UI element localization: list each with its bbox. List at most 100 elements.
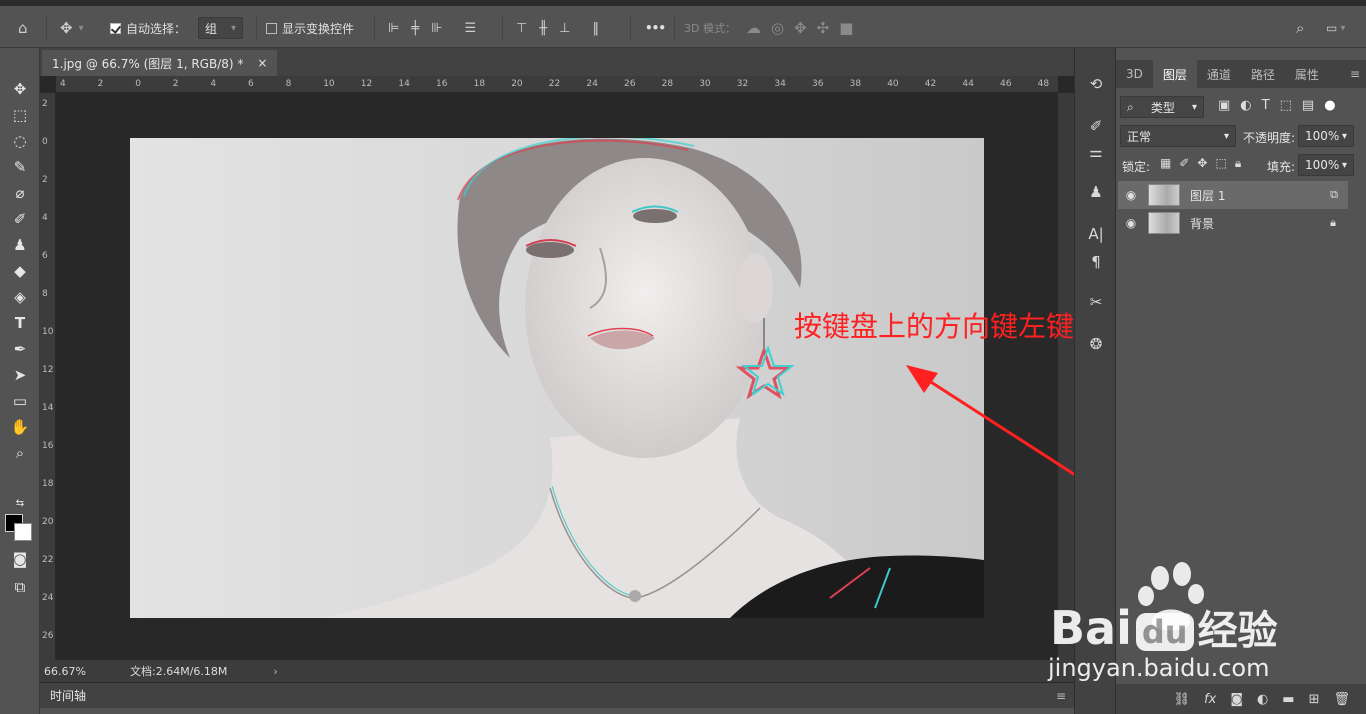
lock-artboard-icon[interactable]: ⬚ bbox=[1215, 156, 1226, 171]
blend-mode-dropdown[interactable]: 正常 ▾ bbox=[1120, 125, 1236, 147]
roll-3d-icon[interactable]: ◎ bbox=[771, 19, 784, 37]
libraries-icon[interactable]: ❂ bbox=[1086, 334, 1106, 354]
layer-style-icon[interactable]: fx bbox=[1204, 692, 1216, 707]
tab-properties[interactable]: 属性 bbox=[1285, 60, 1329, 88]
paint-bucket-icon[interactable]: ◈ bbox=[9, 286, 31, 308]
new-layer-icon[interactable]: ⊞ bbox=[1309, 692, 1320, 707]
layer-thumbnail bbox=[1148, 212, 1180, 234]
pixel-filter-icon[interactable]: ▣ bbox=[1218, 98, 1230, 113]
fill-field[interactable]: 100% ▾ bbox=[1298, 154, 1354, 176]
lasso-tool-icon[interactable]: ◌ bbox=[9, 130, 31, 152]
search-icon[interactable]: ⌕ bbox=[1296, 18, 1304, 38]
lock-paint-icon[interactable]: ✐ bbox=[1179, 156, 1189, 171]
opacity-field[interactable]: 100% ▾ bbox=[1298, 125, 1354, 147]
lock-transparent-icon[interactable]: ▦ bbox=[1160, 156, 1171, 171]
ruler-h-label: 46 bbox=[1000, 79, 1012, 89]
auto-select-checkbox[interactable]: 自动选择： bbox=[110, 18, 186, 38]
tools-panel: ✥ ⬚ ◌ ✎ ⌀ ✐ ♟ ◆ ◈ T ✒ ➤ ▭ ✋ ⌕ ⇆ ◙ ⧉ bbox=[0, 48, 40, 714]
adjust-filter-icon[interactable]: ◐ bbox=[1240, 98, 1251, 113]
checkbox-unchecked-icon bbox=[266, 22, 277, 34]
timeline-tab[interactable]: 时间轴 bbox=[50, 687, 86, 704]
auto-select-dropdown[interactable]: 组 ▾ bbox=[198, 17, 244, 39]
filter-toggle-icon[interactable]: ● bbox=[1324, 98, 1335, 113]
layer-row-layer1[interactable]: ◉ 图层 1 ⧉ bbox=[1118, 181, 1348, 209]
show-transform-checkbox[interactable]: 显示变换控件 bbox=[266, 18, 354, 38]
distribute-icon[interactable]: ☰ bbox=[464, 21, 476, 36]
more-label: ••• bbox=[645, 21, 666, 35]
filter-search-icon: ⌕ bbox=[1127, 99, 1134, 114]
visibility-eye-icon[interactable]: ◉ bbox=[1122, 216, 1140, 230]
shape-filter-icon[interactable]: ⬚ bbox=[1280, 98, 1292, 113]
quick-mask-icon[interactable]: ◙ bbox=[9, 548, 31, 570]
ruler-v-label: 22 bbox=[42, 555, 54, 565]
path-select-icon[interactable]: ➤ bbox=[9, 364, 31, 386]
tab-3d[interactable]: 3D bbox=[1116, 60, 1153, 88]
document-tab[interactable]: 1.jpg @ 66.7% (图层 1, RGB/8) * × bbox=[42, 50, 278, 76]
camera-3d-icon[interactable]: ■ bbox=[839, 19, 853, 37]
pan-3d-icon[interactable]: ✥ bbox=[794, 19, 807, 37]
workspace-icon[interactable]: ▭ ▾ bbox=[1326, 18, 1345, 38]
type-filter-icon[interactable]: T bbox=[1262, 98, 1270, 113]
eyedropper-icon[interactable]: ⌀ bbox=[9, 182, 31, 204]
delete-layer-icon[interactable]: 🗑︎ bbox=[1333, 692, 1350, 707]
tab-channels[interactable]: 通道 bbox=[1197, 60, 1241, 88]
canvas-image[interactable] bbox=[130, 138, 984, 618]
ruler-h-label: 2 bbox=[97, 79, 104, 89]
zoom-tool-icon[interactable]: ⌕ bbox=[9, 442, 31, 464]
3d-mode-buttons: ☁ ◎ ✥ ✣ ■ bbox=[746, 18, 853, 38]
swap-colors-icon[interactable]: ⇆ bbox=[9, 492, 31, 514]
rectangle-tool-icon[interactable]: ▭ bbox=[9, 390, 31, 412]
clone-source-icon[interactable]: ♟ bbox=[1086, 182, 1106, 202]
screen-mode-icon[interactable]: ⧉ bbox=[9, 576, 31, 598]
orbit-3d-icon[interactable]: ☁ bbox=[746, 19, 761, 37]
move-tool-preset-icon[interactable]: ✥ ▾ bbox=[60, 18, 84, 38]
link-layers-icon[interactable]: ⛓ bbox=[1174, 692, 1191, 707]
align-hcenter-icon[interactable]: ╪ bbox=[411, 21, 419, 36]
ruler-h-label: 14 bbox=[398, 79, 410, 89]
magic-wand-icon[interactable]: ✎ bbox=[9, 156, 31, 178]
tools-icon[interactable]: ✂ bbox=[1086, 292, 1106, 312]
divider bbox=[374, 16, 375, 40]
mode-3d-text: 3D 模式： bbox=[684, 22, 736, 35]
move-tool-icon[interactable]: ✥ bbox=[9, 78, 31, 100]
brush-tool-icon[interactable]: ✐ bbox=[9, 208, 31, 230]
lock-position-icon[interactable]: ✥ bbox=[1197, 156, 1207, 171]
layer-filter-icons: ▣ ◐ T ⬚ ▤ ● bbox=[1218, 98, 1336, 113]
panel-menu-icon[interactable]: ≡ bbox=[1350, 60, 1360, 88]
eraser-tool-icon[interactable]: ◆ bbox=[9, 260, 31, 282]
pen-tool-icon[interactable]: ✒ bbox=[9, 338, 31, 360]
align-left-icon[interactable]: ⊫ bbox=[388, 21, 399, 36]
layer-row-background[interactable]: ◉ 背景 🔒︎ bbox=[1118, 209, 1348, 237]
tab-paths[interactable]: 路径 bbox=[1241, 60, 1285, 88]
adjustment-layer-icon[interactable]: ◐ bbox=[1257, 692, 1268, 707]
align-vcenter-icon[interactable]: ╫ bbox=[539, 21, 547, 36]
status-menu-arrow[interactable]: › bbox=[273, 665, 277, 678]
more-options-button[interactable]: ••• bbox=[645, 18, 666, 38]
home-icon[interactable]: ⌂ bbox=[18, 18, 28, 38]
history-icon[interactable]: ⟲ bbox=[1086, 74, 1106, 94]
stamp-tool-icon[interactable]: ♟ bbox=[9, 234, 31, 256]
layer-filter-dropdown[interactable]: ⌕ 类型 ▾ bbox=[1120, 96, 1204, 118]
align-top-icon[interactable]: ⊤ bbox=[516, 21, 527, 36]
distribute-v-icon[interactable]: ‖ bbox=[592, 21, 599, 36]
slide-3d-icon[interactable]: ✣ bbox=[817, 19, 830, 37]
background-color-swatch[interactable] bbox=[14, 523, 32, 541]
paragraph-icon[interactable]: ¶ bbox=[1086, 252, 1106, 272]
smart-filter-icon[interactable]: ▤ bbox=[1302, 98, 1314, 113]
marquee-tool-icon[interactable]: ⬚ bbox=[9, 104, 31, 126]
adjustments-icon[interactable]: ⚌ bbox=[1086, 142, 1106, 162]
visibility-eye-icon[interactable]: ◉ bbox=[1122, 188, 1140, 202]
zoom-level[interactable]: 66.67% bbox=[44, 665, 108, 678]
hand-tool-icon[interactable]: ✋ bbox=[9, 416, 31, 438]
brush-settings-icon[interactable]: ✐ bbox=[1086, 116, 1106, 136]
align-bottom-icon[interactable]: ⊥ bbox=[559, 21, 570, 36]
lock-buttons: ▦ ✐ ✥ ⬚ 🔒︎ bbox=[1160, 156, 1241, 171]
tab-layers[interactable]: 图层 bbox=[1152, 60, 1197, 88]
lock-all-icon[interactable]: 🔒︎ bbox=[1235, 156, 1241, 171]
align-right-icon[interactable]: ⊪ bbox=[431, 21, 442, 36]
close-icon[interactable]: × bbox=[257, 56, 267, 70]
add-mask-icon[interactable]: ◙ bbox=[1230, 692, 1243, 707]
type-tool-icon[interactable]: T bbox=[9, 312, 31, 334]
character-icon[interactable]: A| bbox=[1086, 224, 1106, 244]
new-group-icon[interactable]: ▬ bbox=[1282, 692, 1294, 707]
